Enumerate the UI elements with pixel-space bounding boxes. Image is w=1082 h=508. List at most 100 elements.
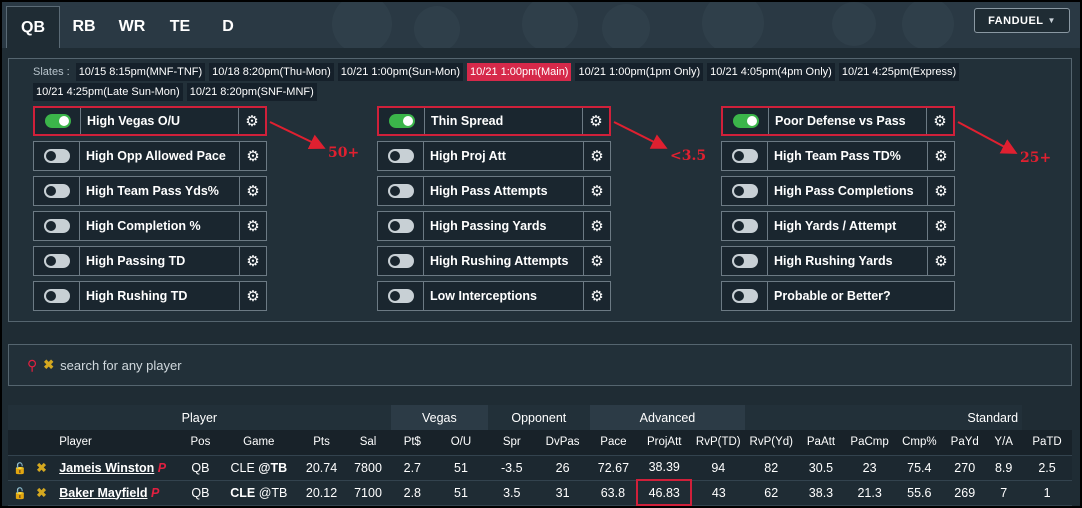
toggle-switch-cell[interactable]: [722, 282, 768, 310]
gear-icon[interactable]: ⚙: [239, 247, 266, 275]
exclude-icon-cell[interactable]: ✖: [31, 455, 52, 481]
tab-d[interactable]: D: [204, 6, 252, 48]
player-name-link[interactable]: Baker Mayfield: [59, 486, 147, 500]
lock-icon[interactable]: 🔓: [13, 488, 27, 500]
column-header-cell[interactable]: O/U: [433, 430, 488, 456]
toggle-off[interactable]: [43, 184, 70, 198]
filter-toggle[interactable]: High Yards / Attempt ⚙: [721, 211, 955, 241]
filter-toggle[interactable]: High Pass Attempts ⚙: [377, 176, 611, 206]
column-header-cell[interactable]: Pts: [297, 430, 346, 456]
gear-icon[interactable]: ⚙: [238, 108, 265, 134]
toggle-off[interactable]: [731, 219, 758, 233]
column-header-cell[interactable]: PaCmp: [844, 430, 895, 456]
lock-icon[interactable]: 🔓: [13, 463, 27, 475]
slate-option[interactable]: 10/21 8:20pm(SNF-MNF): [186, 83, 317, 101]
column-header-cell[interactable]: Pace: [589, 430, 638, 456]
slate-option[interactable]: 10/21 1:00pm(Sun-Mon): [337, 63, 464, 81]
toggle-off[interactable]: [731, 149, 758, 163]
toggle-off[interactable]: [731, 184, 758, 198]
lock-icon-cell[interactable]: 🔓: [8, 455, 32, 481]
gear-icon[interactable]: ⚙: [583, 247, 610, 275]
gear-icon[interactable]: ⚙: [927, 212, 954, 240]
player-name-link[interactable]: Jameis Winston: [59, 461, 154, 475]
toggle-on[interactable]: [388, 114, 415, 128]
filter-toggle[interactable]: High Pass Completions ⚙: [721, 176, 955, 206]
toggle-switch-cell[interactable]: [378, 177, 424, 205]
gear-icon[interactable]: ⚙: [582, 108, 609, 134]
toggle-switch-cell[interactable]: [378, 142, 424, 170]
site-selector[interactable]: FANDUEL ▼: [974, 8, 1070, 33]
toggle-off[interactable]: [387, 254, 414, 268]
slate-option[interactable]: 10/21 1:00pm(1pm Only): [575, 63, 704, 81]
lock-icon-cell[interactable]: 🔓: [8, 480, 32, 506]
column-header-cell[interactable]: Pos: [180, 430, 220, 456]
gear-icon[interactable]: ⚙: [239, 177, 266, 205]
toggle-switch-cell[interactable]: [722, 142, 768, 170]
slate-option[interactable]: 10/18 8:20pm(Thu-Mon): [209, 63, 334, 81]
toggle-switch-cell[interactable]: [378, 282, 424, 310]
gear-icon[interactable]: ⚙: [239, 282, 266, 310]
toggle-off[interactable]: [43, 149, 70, 163]
toggle-off[interactable]: [731, 254, 758, 268]
column-header-cell[interactable]: Y/A: [985, 430, 1023, 456]
search-bar[interactable]: ⚲ ✖ search for any player: [8, 344, 1072, 386]
toggle-off[interactable]: [43, 254, 70, 268]
column-header-cell[interactable]: RvP(TD): [691, 430, 746, 456]
filter-toggle[interactable]: Probable or Better?: [721, 281, 955, 311]
column-header-cell[interactable]: RvP(Yd): [745, 430, 798, 456]
filter-toggle[interactable]: High Passing TD ⚙: [33, 246, 267, 276]
filter-toggle[interactable]: High Opp Allowed Pace ⚙: [33, 141, 267, 171]
toggle-off[interactable]: [387, 289, 414, 303]
filter-toggle[interactable]: High Rushing Attempts ⚙: [377, 246, 611, 276]
toggle-switch-cell[interactable]: [34, 212, 80, 240]
gear-icon[interactable]: ⚙: [927, 247, 954, 275]
gear-icon[interactable]: ⚙: [583, 177, 610, 205]
gear-icon[interactable]: ⚙: [239, 212, 266, 240]
column-header-cell[interactable]: ProjAtt: [637, 430, 692, 456]
toggle-off[interactable]: [387, 184, 414, 198]
toggle-off[interactable]: [731, 289, 758, 303]
column-header-cell[interactable]: PaAtt: [797, 430, 845, 456]
column-header-cell[interactable]: Spr: [488, 430, 536, 456]
toggle-switch-cell[interactable]: [34, 177, 80, 205]
gear-icon[interactable]: ⚙: [583, 282, 610, 310]
tab-rb[interactable]: RB: [60, 6, 108, 48]
tab-wr[interactable]: WR: [108, 6, 156, 48]
toggle-off[interactable]: [43, 219, 70, 233]
filter-toggle[interactable]: Low Interceptions ⚙: [377, 281, 611, 311]
table-row[interactable]: 🔓 ✖ Jameis Winston P QB CLE @TB 20.74 7800 2.7 5…: [8, 455, 1072, 481]
toggle-switch-cell[interactable]: [379, 108, 425, 134]
toggle-switch-cell[interactable]: [722, 177, 768, 205]
toggle-off[interactable]: [387, 219, 414, 233]
exclude-icon-cell[interactable]: ✖: [31, 480, 52, 506]
column-header-cell[interactable]: Player: [51, 430, 181, 456]
slate-option[interactable]: 10/21 4:05pm(4pm Only): [707, 63, 835, 81]
filter-toggle[interactable]: High Rushing TD ⚙: [33, 281, 267, 311]
toggle-switch-cell[interactable]: [35, 108, 81, 134]
column-header-cell[interactable]: PaTD: [1022, 430, 1072, 456]
toggle-on[interactable]: [44, 114, 71, 128]
toggle-switch-cell[interactable]: [722, 247, 768, 275]
toggle-switch-cell[interactable]: [722, 212, 768, 240]
filter-toggle[interactable]: Thin Spread ⚙: [377, 106, 611, 136]
column-header-cell[interactable]: Pt$: [390, 430, 434, 456]
gear-icon[interactable]: ⚙: [926, 108, 953, 134]
toggle-off[interactable]: [43, 289, 70, 303]
filter-toggle[interactable]: Poor Defense vs Pass ⚙: [721, 106, 955, 136]
filter-toggle[interactable]: High Team Pass TD% ⚙: [721, 141, 955, 171]
slate-option[interactable]: 10/21 1:00pm(Main): [467, 63, 572, 81]
toggle-switch-cell[interactable]: [34, 282, 80, 310]
toggle-on[interactable]: [732, 114, 759, 128]
toggle-switch-cell[interactable]: [34, 247, 80, 275]
search-input[interactable]: search for any player: [60, 358, 181, 373]
table-row[interactable]: 🔓 ✖ Baker Mayfield P QB CLE @TB 20.12 7100 2.8 5…: [8, 479, 1072, 506]
slate-option[interactable]: 10/21 4:25pm(Express): [838, 63, 960, 81]
slate-option[interactable]: 10/21 4:25pm(Late Sun-Mon): [33, 83, 183, 101]
filter-toggle[interactable]: High Proj Att ⚙: [377, 141, 611, 171]
gear-icon[interactable]: ⚙: [239, 142, 266, 170]
toggle-off[interactable]: [387, 149, 414, 163]
gear-icon[interactable]: ⚙: [583, 212, 610, 240]
filter-toggle[interactable]: High Completion % ⚙: [33, 211, 267, 241]
exclude-icon[interactable]: ✖: [36, 486, 46, 500]
filter-toggle[interactable]: High Team Pass Yds% ⚙: [33, 176, 267, 206]
